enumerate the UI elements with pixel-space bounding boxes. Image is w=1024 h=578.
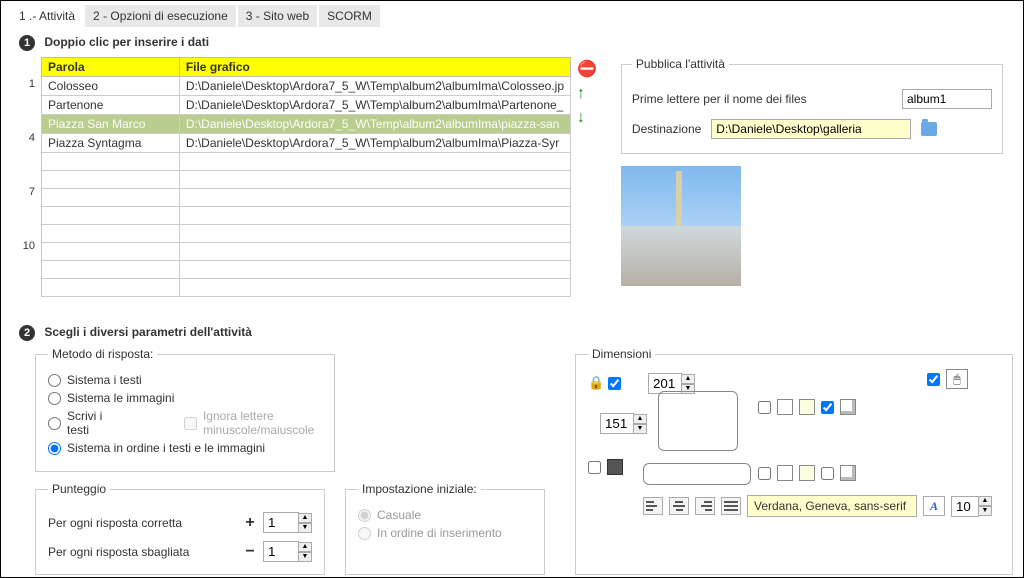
tab-scorm[interactable]: SCORM (319, 5, 380, 27)
wrong-spinner[interactable] (263, 541, 299, 562)
preview-image (621, 166, 741, 286)
radio-sistema-immagini[interactable] (48, 392, 61, 405)
height-up[interactable]: ▲ (633, 414, 647, 424)
font-size-up[interactable]: ▲ (978, 496, 992, 506)
chk-b3[interactable] (821, 467, 834, 480)
wrong-label: Per ogni risposta sbagliata (48, 545, 189, 559)
radio-scrivi-testi[interactable] (48, 417, 61, 430)
table-row[interactable] (42, 153, 571, 171)
tab-activity[interactable]: 1 .- Attività (11, 5, 83, 27)
caption-rect (643, 463, 751, 485)
init-legend: Impostazione iniziale: (358, 482, 481, 496)
table-row[interactable]: ColosseoD:\Daniele\Desktop\Ardora7_5_W\T… (42, 77, 571, 96)
step1-header: 1 Doppio clic per inserire i dati (19, 35, 1013, 51)
step1-badge: 1 (19, 35, 35, 51)
table-row[interactable] (42, 243, 571, 261)
height-down[interactable]: ▼ (633, 424, 647, 434)
method-group: Metodo di risposta: Sistema i testi Sist… (35, 347, 335, 472)
step2-badge: 2 (19, 325, 35, 341)
chk-s2[interactable] (821, 401, 834, 414)
swatch-off-2[interactable] (799, 465, 815, 481)
radio-ordine-inserimento (358, 527, 371, 540)
cursor-icon[interactable]: 🖱 (946, 369, 968, 389)
width-up[interactable]: ▲ (681, 374, 695, 384)
font-style-icon[interactable]: A (923, 496, 945, 516)
swatch-white[interactable] (777, 399, 793, 415)
correct-spinner[interactable] (263, 512, 299, 533)
prefix-input[interactable] (902, 89, 992, 109)
plus-icon: + (243, 514, 257, 532)
move-down-icon[interactable]: ↓ (577, 109, 597, 127)
swatch-shadow-2[interactable] (840, 465, 856, 481)
font-size-spinner[interactable] (951, 496, 979, 517)
chk-cursor[interactable] (927, 373, 940, 386)
correct-label: Per ogni risposta corretta (48, 516, 182, 530)
align-right[interactable] (695, 497, 715, 515)
correct-down[interactable]: ▼ (298, 523, 312, 533)
step1-title: Doppio clic per inserire i dati (44, 35, 209, 49)
init-group: Impostazione iniziale: Casuale In ordine… (345, 482, 545, 575)
prefix-label: Prime lettere per il nome dei files (632, 92, 892, 106)
dim-legend: Dimensioni (588, 347, 655, 361)
wrong-up[interactable]: ▲ (298, 542, 312, 552)
height-spinner[interactable] (600, 413, 634, 434)
table-row[interactable]: PartenoneD:\Daniele\Desktop\Ardora7_5_W\… (42, 96, 571, 115)
step2-header: 2 Scegli i diversi parametri dell'attivi… (19, 325, 1013, 341)
ignore-case-checkbox (184, 417, 197, 430)
table-row[interactable]: Piazza SyntagmaD:\Daniele\Desktop\Ardora… (42, 134, 571, 153)
table-row[interactable] (42, 207, 571, 225)
step2-title: Scegli i diversi parametri dell'attività (44, 325, 252, 339)
score-group: Punteggio Per ogni risposta corretta + ▲… (35, 482, 325, 575)
lock-icon[interactable]: 🔒 (588, 375, 604, 391)
folder-icon[interactable] (921, 122, 937, 136)
font-family-input[interactable]: Verdana, Geneva, sans-serif (747, 495, 917, 517)
dimensioni-group: Dimensioni 🔒 ▲▼ ▲▼ (575, 347, 1013, 575)
tab-website[interactable]: 3 - Sito web (238, 5, 317, 27)
move-up-icon[interactable]: ↑ (577, 85, 597, 103)
publish-legend: Pubblica l'attività (632, 57, 729, 71)
publish-group: Pubblica l'attività Prime lettere per il… (621, 57, 1003, 154)
dest-label: Destinazione (632, 122, 701, 136)
swatch-white-2[interactable] (777, 465, 793, 481)
method-legend: Metodo di risposta: (48, 347, 157, 361)
wrong-down[interactable]: ▼ (298, 552, 312, 562)
score-legend: Punteggio (48, 482, 110, 496)
chk-b2[interactable] (758, 467, 771, 480)
col-header-file: File grafico (179, 58, 570, 77)
chk-b1[interactable] (588, 461, 601, 474)
swatch-shadow[interactable] (840, 399, 856, 415)
table-row[interactable] (42, 261, 571, 279)
col-header-word: Parola (42, 58, 180, 77)
swatch-dark[interactable] (607, 459, 623, 475)
table-row[interactable]: Piazza San MarcoD:\Daniele\Desktop\Ardor… (42, 115, 571, 134)
data-table[interactable]: Parola File grafico ColosseoD:\Daniele\D… (41, 57, 571, 297)
align-justify[interactable] (721, 497, 741, 515)
radio-ordine-testi-immagini[interactable] (48, 442, 61, 455)
radio-casuale (358, 509, 371, 522)
table-row[interactable] (42, 189, 571, 207)
lock-checkbox[interactable] (608, 377, 621, 390)
remove-row-icon[interactable]: ⛔ (577, 59, 597, 79)
align-center[interactable] (669, 497, 689, 515)
correct-up[interactable]: ▲ (298, 513, 312, 523)
minus-icon: − (243, 543, 257, 561)
table-row[interactable] (42, 225, 571, 243)
tab-exec-options[interactable]: 2 - Opzioni di esecuzione (85, 5, 236, 27)
chk-s1[interactable] (758, 401, 771, 414)
image-rect (658, 391, 738, 451)
table-row[interactable] (42, 171, 571, 189)
dest-input[interactable] (711, 119, 911, 139)
align-left[interactable] (643, 497, 663, 515)
radio-sistema-testi[interactable] (48, 374, 61, 387)
swatch-off[interactable] (799, 399, 815, 415)
table-row[interactable] (42, 279, 571, 297)
font-size-down[interactable]: ▼ (978, 506, 992, 516)
